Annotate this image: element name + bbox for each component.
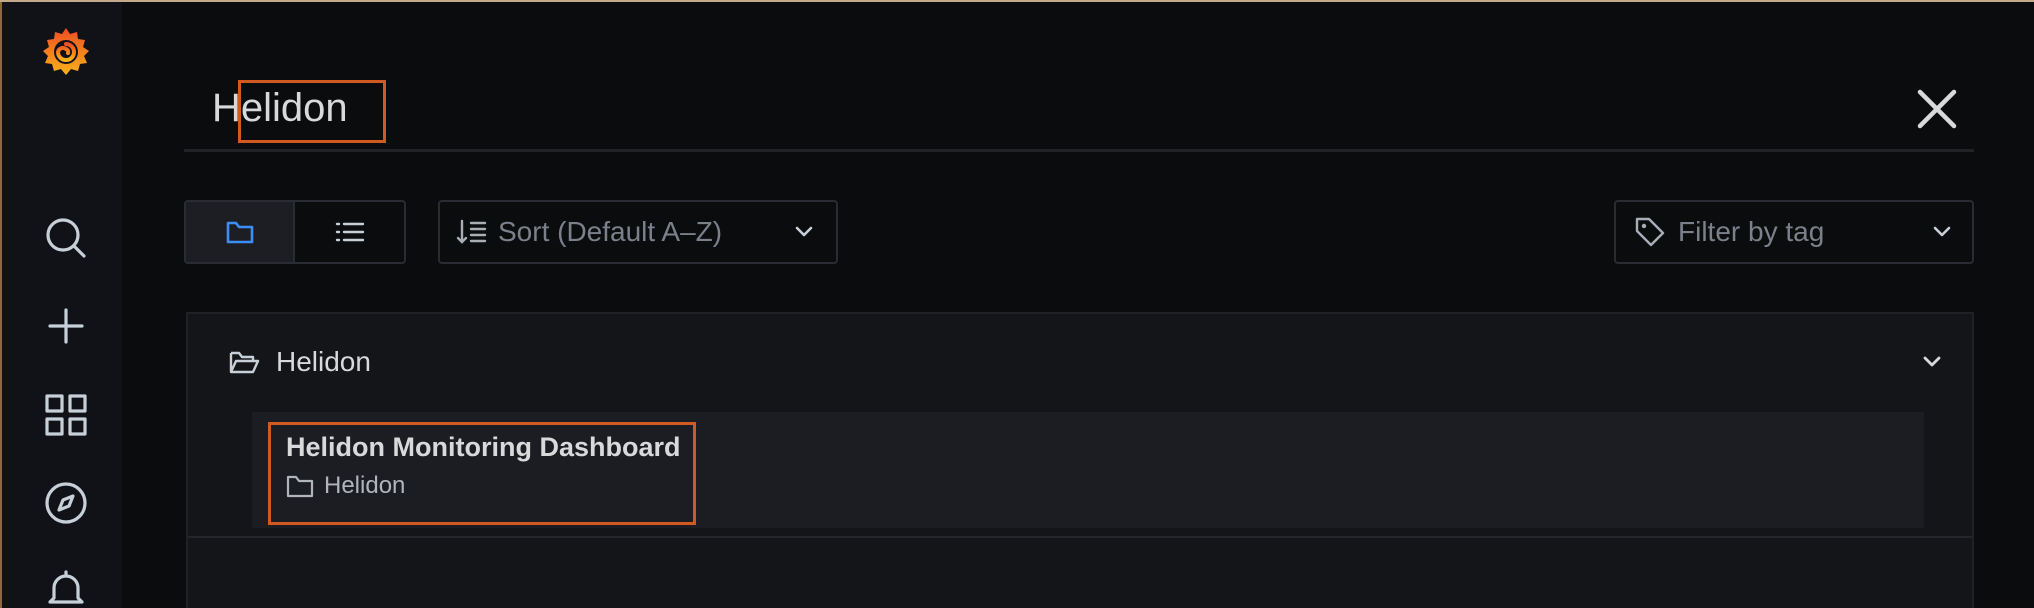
search-results: Helidon Helidon Monitoring Dashboard Hel… bbox=[186, 312, 1974, 608]
search-bar bbox=[184, 76, 1974, 152]
dashboard-result-item[interactable]: Helidon Monitoring Dashboard Helidon bbox=[252, 412, 1924, 528]
search-icon[interactable] bbox=[38, 210, 94, 266]
plus-icon[interactable] bbox=[38, 298, 94, 354]
grafana-logo-icon[interactable] bbox=[38, 24, 94, 80]
folder-title: Helidon bbox=[276, 346, 371, 377]
folder-view-button[interactable] bbox=[186, 202, 296, 262]
sort-icon bbox=[456, 219, 487, 244]
dashboard-title: Helidon Monitoring Dashboard bbox=[286, 432, 681, 462]
close-search-button[interactable] bbox=[1912, 84, 1962, 134]
dashboards-grid-icon[interactable] bbox=[38, 387, 94, 443]
folder-icon bbox=[286, 475, 314, 498]
list-icon bbox=[335, 222, 364, 242]
section-divider bbox=[188, 536, 1972, 538]
folder-section-header[interactable]: Helidon bbox=[188, 314, 1972, 410]
chevron-down-icon bbox=[795, 226, 813, 237]
chevron-down-icon[interactable] bbox=[1922, 355, 1942, 369]
sort-label: Sort (Default A–Z) bbox=[498, 216, 723, 247]
chevron-down-icon bbox=[1933, 226, 1951, 237]
sort-select[interactable]: Sort (Default A–Z) bbox=[438, 200, 838, 264]
list-view-button[interactable] bbox=[295, 202, 404, 262]
tag-icon bbox=[1635, 217, 1665, 247]
folder-open-icon bbox=[229, 351, 260, 374]
tag-filter-label: Filter by tag bbox=[1678, 216, 1825, 247]
folder-icon bbox=[226, 221, 253, 244]
close-icon bbox=[1917, 89, 1957, 129]
tag-filter-select[interactable]: Filter by tag bbox=[1614, 200, 1974, 264]
view-toggle bbox=[184, 200, 406, 264]
sidebar bbox=[0, 2, 122, 608]
app-window: Sort (Default A–Z) Filter by tag Helidon bbox=[0, 0, 2034, 608]
search-view: Sort (Default A–Z) Filter by tag Helidon bbox=[122, 2, 2034, 608]
dashboard-folder-label: Helidon bbox=[324, 472, 406, 499]
search-input[interactable] bbox=[184, 76, 1684, 140]
explore-compass-icon[interactable] bbox=[38, 475, 94, 531]
dashboard-folder: Helidon bbox=[286, 472, 405, 500]
alerting-bell-icon[interactable] bbox=[38, 562, 94, 608]
